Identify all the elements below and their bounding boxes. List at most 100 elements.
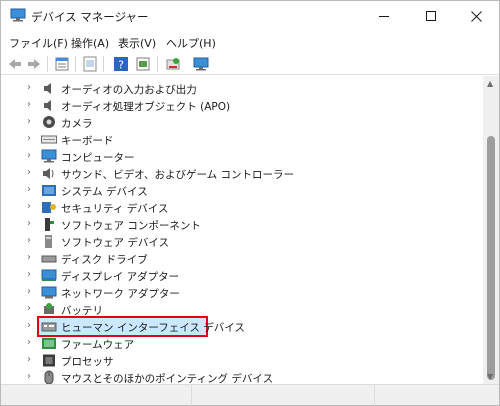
camera-icon (43, 116, 55, 128)
chevron-right-icon[interactable]: › (27, 99, 31, 110)
chevron-right-icon[interactable]: › (27, 303, 31, 314)
tree-item-system[interactable]: › システム デバイス (1, 182, 483, 199)
display-icon (41, 269, 57, 281)
tree-item-display[interactable]: › ディスプレイ アダプター (1, 267, 483, 284)
chevron-right-icon[interactable]: › (27, 235, 31, 246)
tree-item-computer[interactable]: › コンピューター (1, 148, 483, 165)
network-icon (41, 286, 57, 299)
chevron-right-icon[interactable]: › (27, 150, 31, 161)
tree-item-software-device[interactable]: › ソフトウェア デバイス (1, 233, 483, 250)
mouse-icon (44, 370, 54, 384)
chevron-right-icon[interactable]: › (27, 82, 31, 93)
window-title: デバイス マネージャー (31, 10, 149, 24)
chevron-right-icon[interactable]: › (27, 371, 31, 382)
tree-item-label: オーディオ処理オブジェクト (APO) (61, 101, 231, 113)
tree-item-firmware[interactable]: › ファームウェア (1, 335, 483, 352)
processor-icon (43, 354, 55, 367)
maximize-icon (426, 11, 436, 21)
minimize-icon (379, 15, 389, 17)
minimize-button[interactable] (361, 1, 407, 31)
close-icon (470, 10, 482, 22)
tree-item-label: カメラ (61, 118, 93, 130)
speaker-icon (44, 83, 51, 94)
software-component-icon (45, 218, 54, 231)
back-icon[interactable] (7, 56, 23, 72)
tree-item-label: ソフトウェア デバイス (61, 237, 170, 249)
tree-item-label: キーボード (61, 135, 114, 147)
system-icon (42, 185, 56, 196)
toolbar: ? (1, 53, 499, 75)
tree-item-sound[interactable]: › サウンド、ビデオ、およびゲーム コントローラー (1, 165, 483, 182)
menu-bar: ファイル(F) 操作(A) 表示(V) ヘルプ(H) (1, 31, 499, 53)
tree-item-mouse[interactable]: › マウスとそのほかのポインティング デバイス (1, 369, 483, 384)
tree-item-label: マウスとそのほかのポインティング デバイス (61, 373, 274, 384)
chevron-right-icon[interactable]: › (27, 354, 31, 365)
menu-file[interactable]: ファイル(F) (9, 35, 68, 51)
title-bar[interactable]: デバイス マネージャー (1, 1, 499, 31)
tree-item-network[interactable]: › ネットワーク アダプター (1, 284, 483, 301)
tree-item-label: ディスプレイ アダプター (61, 271, 180, 283)
status-bar (1, 384, 499, 406)
close-button[interactable] (453, 1, 499, 31)
tree-item-label: サウンド、ビデオ、およびゲーム コントローラー (61, 169, 294, 181)
tree-item-audio-io[interactable]: › オーディオの入力および出力 (1, 80, 483, 97)
uninstall-icon[interactable] (165, 56, 181, 72)
tree-item-label: ネットワーク アダプター (61, 288, 180, 300)
chevron-right-icon[interactable]: › (27, 337, 31, 348)
tree-item-processor[interactable]: › プロセッサ (1, 352, 483, 369)
battery-icon (44, 303, 54, 314)
chevron-right-icon[interactable]: › (27, 133, 31, 144)
sound-icon (43, 168, 54, 179)
scroll-down-icon[interactable]: ▼ (487, 372, 493, 381)
scrollbar-thumb[interactable] (487, 136, 495, 380)
tree-item-camera[interactable]: › カメラ (1, 114, 483, 131)
chevron-right-icon[interactable]: › (27, 218, 31, 229)
device-tree: › オーディオの入力および出力 › オーディオ処理オブジェクト (APO) › … (1, 76, 483, 384)
chevron-right-icon[interactable]: › (27, 201, 31, 212)
maximize-button[interactable] (408, 1, 454, 31)
speaker-icon (44, 100, 51, 111)
security-icon (42, 202, 56, 213)
toolbar-separator (47, 56, 48, 72)
tree-item-label: ファームウェア (61, 339, 135, 351)
software-device-icon (45, 235, 52, 248)
toolbar-separator (157, 56, 158, 72)
menu-view[interactable]: 表示(V) (118, 35, 156, 51)
chevron-right-icon[interactable]: › (27, 286, 31, 297)
help-icon[interactable]: ? (113, 56, 129, 72)
forward-icon[interactable] (26, 56, 42, 72)
vertical-scrollbar[interactable]: ▲ ▼ (483, 76, 499, 384)
tree-item-security[interactable]: › セキュリティ デバイス (1, 199, 483, 216)
keyboard-icon (41, 135, 57, 144)
tree-item-label: ディスク ドライブ (61, 254, 148, 266)
device-manager-window: デバイス マネージャー ファイル(F) 操作(A) 表示(V) ヘルプ(H) ?… (0, 0, 500, 406)
chevron-right-icon[interactable]: › (27, 320, 31, 331)
menu-help[interactable]: ヘルプ(H) (166, 35, 216, 51)
properties-icon[interactable] (54, 56, 70, 72)
chevron-right-icon[interactable]: › (27, 116, 31, 127)
monitor-icon[interactable] (193, 56, 209, 72)
tree-item-software-component[interactable]: › ソフトウェア コンポーネント (1, 216, 483, 233)
update-driver-icon[interactable] (82, 56, 98, 72)
tree-item-label: システム デバイス (61, 186, 148, 198)
tree-item-label: ソフトウェア コンポーネント (61, 220, 201, 232)
status-cell (192, 385, 375, 406)
menu-action[interactable]: 操作(A) (71, 35, 109, 51)
tree-item-keyboard[interactable]: › キーボード (1, 131, 483, 148)
tree-item-hid[interactable]: › ヒューマン インターフェイス デバイス (1, 316, 483, 337)
tree-item-label: ヒューマン インターフェイス デバイス (61, 322, 245, 334)
toolbar-separator (103, 56, 104, 72)
disk-icon (41, 255, 57, 263)
tree-item-label: コンピューター (61, 152, 135, 164)
status-cell (1, 385, 192, 406)
tree-item-disk[interactable]: › ディスク ドライブ (1, 250, 483, 267)
chevron-right-icon[interactable]: › (27, 167, 31, 178)
tree-item-apo[interactable]: › オーディオ処理オブジェクト (APO) (1, 97, 483, 114)
chevron-right-icon[interactable]: › (27, 252, 31, 263)
scroll-up-icon[interactable]: ▲ (487, 79, 493, 88)
chevron-right-icon[interactable]: › (27, 184, 31, 195)
firmware-icon (42, 338, 56, 349)
toolbar-separator (75, 56, 76, 72)
scan-hardware-icon[interactable] (135, 56, 151, 72)
chevron-right-icon[interactable]: › (27, 269, 31, 280)
